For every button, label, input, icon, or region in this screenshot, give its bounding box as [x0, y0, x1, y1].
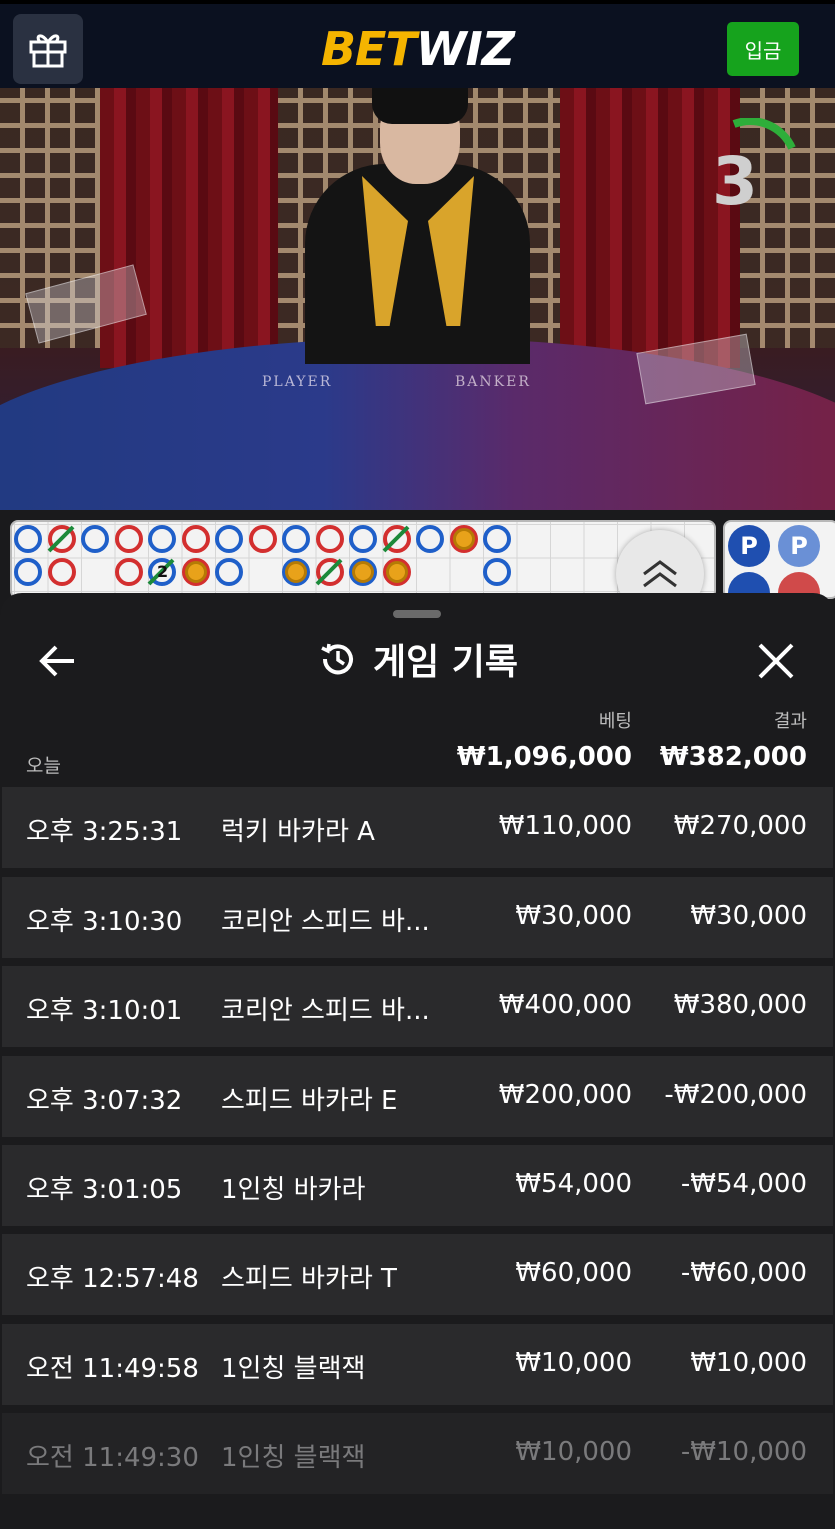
row-bet: ₩60,000	[515, 1258, 632, 1288]
row-bet: ₩110,000	[498, 811, 632, 841]
row-time: 오후 3:10:30	[26, 907, 183, 937]
row-result: -₩54,000	[680, 1169, 807, 1199]
total-result-amount: ₩382,000	[659, 742, 807, 772]
row-game: 코리안 스피드 바...	[221, 907, 430, 937]
row-bet: ₩400,000	[498, 990, 632, 1020]
drag-handle[interactable]	[393, 610, 441, 618]
live-dealer-video: PLAYER BANKER 3	[0, 88, 835, 510]
row-game: 럭키 바카라 A	[221, 817, 375, 847]
row-result: ₩30,000	[690, 901, 807, 931]
bead-road[interactable]: 2	[10, 520, 716, 599]
row-result: -₩10,000	[680, 1437, 807, 1467]
row-result: -₩200,000	[664, 1080, 807, 1110]
row-time: 오후 3:07:32	[26, 1086, 183, 1116]
betwiz-logo[interactable]: BETWIZ	[0, 22, 835, 76]
sheet-header: 게임 기록	[0, 633, 835, 685]
row-bet: ₩10,000	[515, 1348, 632, 1378]
player-badge: P	[778, 525, 820, 567]
row-bet: ₩30,000	[515, 901, 632, 931]
row-bet: ₩200,000	[498, 1080, 632, 1110]
history-icon	[321, 643, 353, 675]
row-result: -₩60,000	[680, 1258, 807, 1288]
row-game: 스피드 바카라 E	[221, 1086, 398, 1116]
page-title: 게임 기록	[372, 642, 518, 683]
history-row[interactable]: 오후 3:10:30 코리안 스피드 바... ₩30,000 ₩30,000	[2, 877, 833, 958]
row-game: 코리안 스피드 바...	[221, 996, 430, 1026]
chevron-double-up-icon	[643, 560, 677, 588]
table-player-label: PLAYER	[262, 374, 333, 390]
row-result: ₩10,000	[690, 1348, 807, 1378]
player-badge: P	[728, 525, 770, 567]
history-row[interactable]: 오후 3:01:05 1인칭 바카라 ₩54,000 -₩54,000	[2, 1145, 833, 1226]
close-icon[interactable]	[754, 639, 798, 683]
row-game: 1인칭 블랙잭	[221, 1354, 366, 1384]
row-time: 오후 3:25:31	[26, 817, 183, 847]
date-group-label: 오늘	[26, 755, 61, 777]
row-result: ₩380,000	[673, 990, 807, 1020]
row-result: ₩270,000	[673, 811, 807, 841]
row-bet: ₩54,000	[515, 1169, 632, 1199]
deposit-button[interactable]: 입금	[727, 22, 799, 76]
row-game: 스피드 바카라 T	[221, 1264, 397, 1294]
total-bet-amount: ₩1,096,000	[456, 742, 632, 772]
dealer-body	[305, 164, 530, 364]
history-row[interactable]: 오전 11:49:58 1인칭 블랙잭 ₩10,000 ₩10,000	[2, 1324, 833, 1405]
row-bet: ₩10,000	[515, 1437, 632, 1467]
history-row[interactable]: 오후 3:25:31 럭키 바카라 A ₩110,000 ₩270,000	[2, 787, 833, 868]
row-time: 오후 3:01:05	[26, 1175, 183, 1205]
row-game: 1인칭 바카라	[221, 1175, 366, 1205]
top-bar: BETWIZ 입금	[0, 0, 835, 88]
column-header-bet: 베팅	[598, 711, 632, 732]
row-time: 오후 12:57:48	[26, 1264, 199, 1294]
history-row[interactable]: 오전 11:49:30 1인칭 블랙잭 ₩10,000 -₩10,000	[2, 1413, 833, 1494]
curtain-left	[100, 88, 280, 368]
tie-count: 2	[157, 562, 169, 581]
table-banker-label: BANKER	[455, 374, 531, 390]
game-history-sheet: 게임 기록 베팅 결과 오늘 ₩1,096,000 ₩382,000 오후 3:…	[0, 593, 835, 1529]
row-time: 오후 3:10:01	[26, 996, 183, 1026]
history-row[interactable]: 오후 12:57:48 스피드 바카라 T ₩60,000 -₩60,000	[2, 1234, 833, 1315]
column-header-result: 결과	[773, 711, 807, 732]
countdown-number: 3	[712, 143, 758, 220]
row-time: 오전 11:49:58	[26, 1354, 199, 1384]
history-row[interactable]: 오후 3:07:32 스피드 바카라 E ₩200,000 -₩200,000	[2, 1056, 833, 1137]
prediction-road[interactable]: P P	[723, 520, 835, 599]
row-time: 오전 11:49:30	[26, 1443, 199, 1473]
history-row[interactable]: 오후 3:10:01 코리안 스피드 바... ₩400,000 ₩380,00…	[2, 966, 833, 1047]
row-game: 1인칭 블랙잭	[221, 1443, 366, 1473]
